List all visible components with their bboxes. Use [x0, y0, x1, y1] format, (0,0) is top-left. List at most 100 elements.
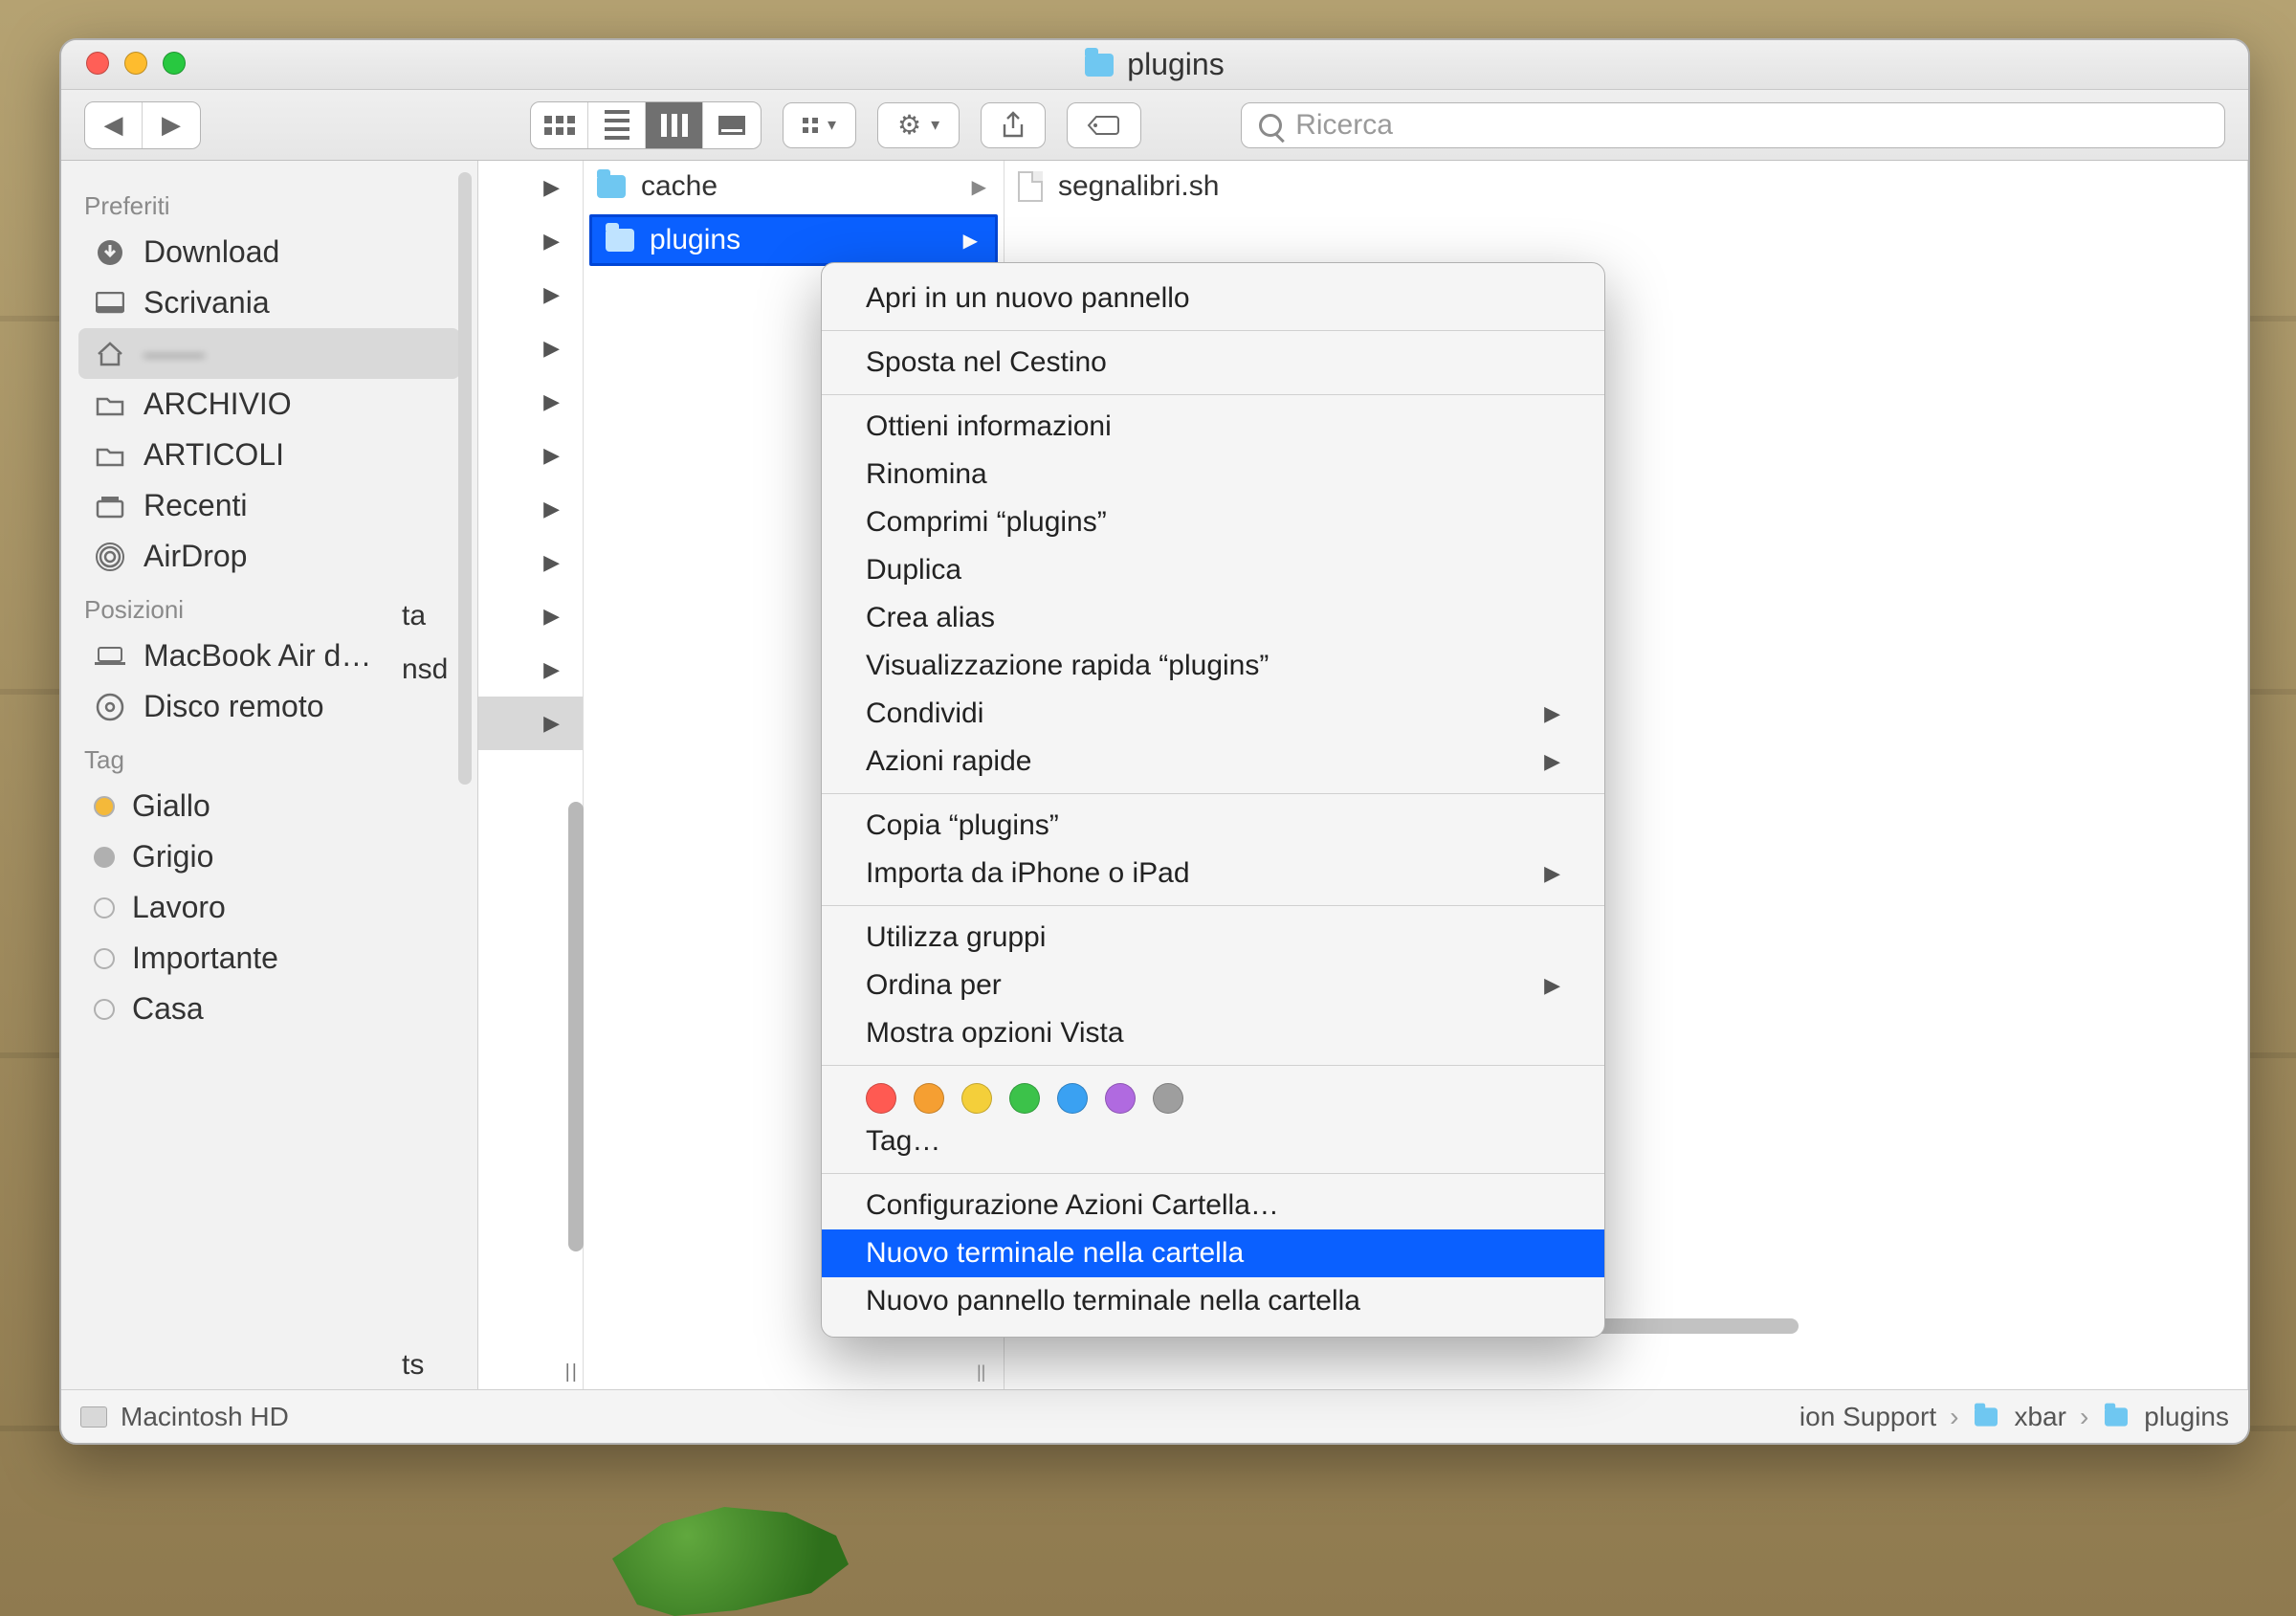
- column-scrollbar[interactable]: [568, 802, 584, 1251]
- menu-item-get-info[interactable]: Ottieni informazioni: [822, 403, 1604, 451]
- icon-view-button[interactable]: [531, 102, 588, 148]
- folder-row-selected[interactable]: ▶: [478, 697, 583, 750]
- menu-item-folder-actions-setup[interactable]: Configurazione Azioni Cartella…: [822, 1182, 1604, 1229]
- path-segment[interactable]: ion Support: [1799, 1402, 1936, 1432]
- folder-row[interactable]: ▶: [478, 536, 583, 589]
- folder-row[interactable]: ▶: [478, 375, 583, 429]
- group-by-button[interactable]: ▾: [783, 102, 856, 148]
- tag-yellow-button[interactable]: [961, 1083, 992, 1114]
- sidebar-tag-work[interactable]: Lavoro: [61, 882, 477, 933]
- chevron-right-icon: ›: [2080, 1402, 2088, 1432]
- action-menu-button[interactable]: ⚙▾: [877, 102, 960, 148]
- sidebar-tag-home[interactable]: Casa: [61, 984, 477, 1034]
- folder-icon: [1975, 1407, 1998, 1426]
- column-resize-handle[interactable]: ||: [565, 1361, 579, 1384]
- partial-label: ta: [402, 600, 426, 632]
- path-segment[interactable]: plugins: [2144, 1402, 2229, 1432]
- search-input[interactable]: [1293, 108, 2207, 143]
- forward-button[interactable]: ▶: [143, 102, 200, 148]
- menu-item-tags[interactable]: Tag…: [822, 1118, 1604, 1165]
- folder-icon: [1085, 54, 1114, 77]
- sidebar-heading-tags: Tag: [61, 732, 477, 781]
- folder-row[interactable]: ▶: [478, 214, 583, 268]
- sidebar-item-desktop[interactable]: Scrivania: [61, 277, 477, 328]
- menu-item-make-alias[interactable]: Crea alias: [822, 594, 1604, 642]
- search-field[interactable]: [1241, 102, 2225, 148]
- tag-purple-button[interactable]: [1105, 1083, 1136, 1114]
- folder-row[interactable]: ▶: [478, 429, 583, 482]
- column-1[interactable]: ▶ ▶ ▶ ▶ ▶ ▶ ▶ ▶ ▶ta ▶nsd ▶ ts ||: [478, 161, 584, 1389]
- folder-row[interactable]: ▶: [478, 161, 583, 214]
- folder-row[interactable]: ▶: [478, 482, 583, 536]
- sidebar-item-label: Recenti: [144, 488, 248, 523]
- folder-row-cache[interactable]: cache ▶: [584, 161, 1004, 212]
- gallery-view-button[interactable]: [703, 102, 761, 148]
- sidebar-item-remote-disc[interactable]: Disco remoto: [61, 681, 477, 732]
- chevron-right-icon: ›: [1950, 1402, 1958, 1432]
- tag-green-button[interactable]: [1009, 1083, 1040, 1114]
- tag-blue-button[interactable]: [1057, 1083, 1088, 1114]
- sidebar-tag-yellow[interactable]: Giallo: [61, 781, 477, 831]
- sidebar-item-home[interactable]: ——: [78, 328, 460, 379]
- menu-item-open-new-tab[interactable]: Apri in un nuovo pannello: [822, 275, 1604, 322]
- folder-row[interactable]: ▶: [478, 268, 583, 321]
- file-row[interactable]: segnalibri.sh: [1004, 161, 2247, 212]
- recents-icon: [94, 490, 126, 522]
- menu-item-move-to-trash[interactable]: Sposta nel Cestino: [822, 339, 1604, 387]
- tags-button[interactable]: [1067, 102, 1141, 148]
- menu-item-show-view-options[interactable]: Mostra opzioni Vista: [822, 1009, 1604, 1057]
- close-window-button[interactable]: [86, 52, 109, 75]
- menu-item-rename[interactable]: Rinomina: [822, 451, 1604, 498]
- sidebar-item-airdrop[interactable]: AirDrop: [61, 531, 477, 582]
- tag-orange-button[interactable]: [914, 1083, 944, 1114]
- folder-row-plugins[interactable]: plugins ▶: [589, 214, 998, 266]
- menu-item-quick-look[interactable]: Visualizzazione rapida “plugins”: [822, 642, 1604, 690]
- menu-item-duplicate[interactable]: Duplica: [822, 546, 1604, 594]
- window-title: plugins: [1085, 47, 1224, 82]
- sidebar-scrollbar[interactable]: [458, 172, 472, 785]
- sidebar-item-label: Disco remoto: [144, 689, 324, 724]
- column-view-button[interactable]: [646, 102, 703, 148]
- folder-row[interactable]: ▶: [478, 321, 583, 375]
- tag-red-button[interactable]: [866, 1083, 896, 1114]
- menu-item-share[interactable]: Condividi▶: [822, 690, 1604, 738]
- sidebar-tag-important[interactable]: Importante: [61, 933, 477, 984]
- sidebar-item-label: Scrivania: [144, 285, 270, 321]
- sidebar-item-download[interactable]: Download: [61, 227, 477, 277]
- home-icon: [94, 338, 126, 370]
- menu-item-new-terminal-tab-at-folder[interactable]: Nuovo pannello terminale nella cartella: [822, 1277, 1604, 1325]
- tag-dot-icon: [94, 847, 115, 868]
- window-controls: [86, 52, 186, 75]
- folder-row[interactable]: ▶nsd: [478, 643, 583, 697]
- zoom-window-button[interactable]: [163, 52, 186, 75]
- folder-row[interactable]: ▶ta: [478, 589, 583, 643]
- hdd-icon: [80, 1406, 107, 1428]
- share-button[interactable]: [981, 102, 1046, 148]
- back-button[interactable]: ◀: [85, 102, 143, 148]
- sidebar-item-articles[interactable]: ARTICOLI: [61, 430, 477, 480]
- menu-item-compress[interactable]: Comprimi “plugins”: [822, 498, 1604, 546]
- menu-item-sort-by[interactable]: Ordina per▶: [822, 962, 1604, 1009]
- menu-item-quick-actions[interactable]: Azioni rapide▶: [822, 738, 1604, 786]
- submenu-arrow-icon: ▶: [1544, 973, 1560, 998]
- path-segment[interactable]: Macintosh HD: [121, 1402, 289, 1432]
- path-segment[interactable]: xbar: [2014, 1402, 2065, 1432]
- folder-label: cache: [641, 170, 718, 203]
- disc-icon: [94, 691, 126, 723]
- sidebar-item-recents[interactable]: Recenti: [61, 480, 477, 531]
- sidebar-tag-grey[interactable]: Grigio: [61, 831, 477, 882]
- list-view-button[interactable]: [588, 102, 646, 148]
- folder-icon: [606, 229, 634, 252]
- sidebar-item-label: Download: [144, 234, 279, 270]
- sidebar-item-archive[interactable]: ARCHIVIO: [61, 379, 477, 430]
- submenu-arrow-icon: ▶: [1544, 861, 1560, 886]
- menu-item-use-groups[interactable]: Utilizza gruppi: [822, 914, 1604, 962]
- tag-grey-button[interactable]: [1153, 1083, 1183, 1114]
- menu-item-new-terminal-at-folder[interactable]: Nuovo terminale nella cartella: [822, 1229, 1604, 1277]
- sidebar-item-label: Importante: [132, 941, 278, 976]
- column-resize-handle[interactable]: ||: [977, 1362, 998, 1384]
- menu-item-import-iphone[interactable]: Importa da iPhone o iPad▶: [822, 850, 1604, 897]
- minimize-window-button[interactable]: [124, 52, 147, 75]
- menu-item-copy[interactable]: Copia “plugins”: [822, 802, 1604, 850]
- sidebar-item-label: Grigio: [132, 839, 213, 874]
